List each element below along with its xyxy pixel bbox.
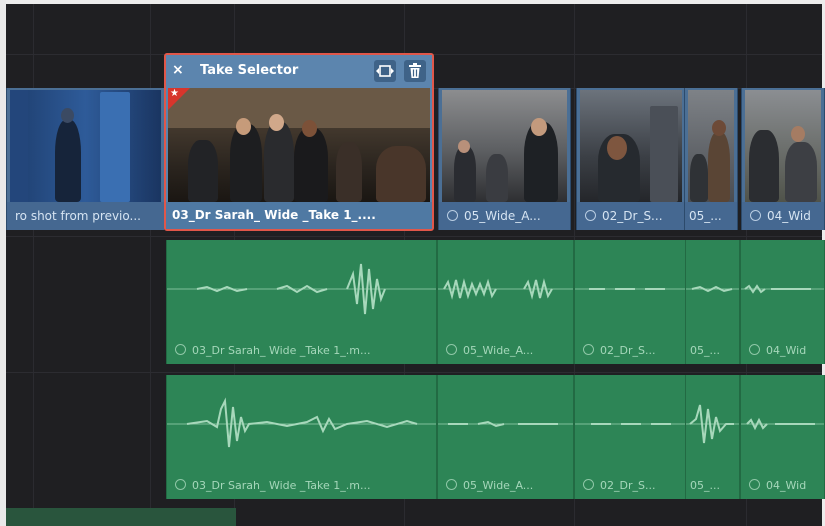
link-icon (446, 479, 457, 490)
link-icon (749, 479, 760, 490)
clip-name: 05_Wide_A... (438, 338, 573, 364)
audio-waveform (686, 404, 739, 444)
take-selector-header: × Take Selector (166, 55, 432, 88)
clip-name: ro shot from previo... (7, 202, 164, 230)
audio-waveform (575, 288, 685, 290)
audio-clip[interactable]: 05_... (685, 375, 740, 499)
clip-name: 05_... (690, 479, 720, 492)
audio-clip[interactable]: 05_Wide_A... (437, 375, 574, 499)
clip-name: 05_Wide_A... (439, 202, 570, 230)
video-clip-wid04[interactable]: 04_Wid (741, 88, 825, 230)
audio-waveform (438, 420, 573, 428)
clip-name: 05_... (690, 344, 720, 357)
link-icon (585, 210, 596, 221)
audio-waveform (438, 278, 573, 300)
clip-name: 04_Wid (741, 338, 824, 364)
video-clip-wide05[interactable]: 05_Wide_A... (438, 88, 571, 230)
clip-name: 02_Dr_S... (577, 202, 685, 230)
clip-name: 02_Dr_S... (575, 338, 685, 364)
audio-waveform (741, 284, 824, 294)
take-thumbnail (168, 88, 430, 202)
audio-clip[interactable]: 02_Dr_S... (574, 240, 686, 364)
link-icon (175, 344, 186, 355)
audio-waveform (686, 285, 739, 293)
clip-name: 04_Wid (741, 473, 824, 499)
link-icon (447, 210, 458, 221)
trash-icon[interactable] (404, 60, 426, 82)
audio-clip[interactable]: 05_... (685, 240, 740, 364)
audio-clip[interactable]: 05_Wide_A... (437, 240, 574, 364)
link-icon (583, 344, 594, 355)
video-clip-prev[interactable]: ro shot from previo... (6, 88, 165, 230)
clip-name: 03_Dr Sarah_ Wide _Take 1_.m... (167, 473, 436, 499)
audio-waveform (741, 417, 824, 431)
clip-thumbnail (580, 90, 682, 202)
video-clip-drs02[interactable]: 02_Dr_S... (576, 88, 686, 230)
audio-clip[interactable]: 03_Dr Sarah_ Wide _Take 1_.m... (166, 240, 437, 364)
audio-clip[interactable]: 03_Dr Sarah_ Wide _Take 1_.m... (166, 375, 437, 499)
audio-waveform (167, 397, 436, 448)
audio-clip[interactable]: 04_Wid (740, 240, 825, 364)
clip-thumbnail (442, 90, 567, 202)
take-selector-title: Take Selector (200, 63, 299, 78)
clip-name: 02_Dr_S... (575, 473, 685, 499)
audio-waveform (167, 263, 436, 315)
audio-clip[interactable]: 02_Dr_S... (574, 375, 686, 499)
clip-thumbnail (10, 90, 161, 202)
clip-name: 04_Wid (742, 202, 824, 230)
clip-name: 05_Wide_A... (438, 473, 573, 499)
video-clip-c05[interactable]: 05_... (684, 88, 738, 230)
take-selector[interactable]: × Take Selector ★ 03_Dr Sarah_ Wide _Tak… (164, 53, 434, 231)
clip-name: 03_Dr Sarah_ Wide _Take 1_.m... (167, 338, 436, 364)
link-icon (750, 210, 761, 221)
fit-frame-icon[interactable] (374, 60, 396, 82)
link-icon (583, 479, 594, 490)
clip-thumbnail (745, 90, 821, 202)
link-icon (175, 479, 186, 490)
clip-name: 05_... (685, 202, 737, 230)
audio-waveform (575, 423, 685, 425)
timeline-viewport: ro shot from previo... 05_Wide_A... 02_D… (0, 0, 825, 526)
track-strip (6, 508, 236, 526)
take-clip-name: 03_Dr Sarah_ Wide _Take 1_.... (166, 202, 432, 229)
clip-thumbnail (688, 90, 734, 202)
close-icon[interactable]: × (172, 62, 184, 78)
link-icon (446, 344, 457, 355)
link-icon (749, 344, 760, 355)
audio-clip[interactable]: 04_Wid (740, 375, 825, 499)
